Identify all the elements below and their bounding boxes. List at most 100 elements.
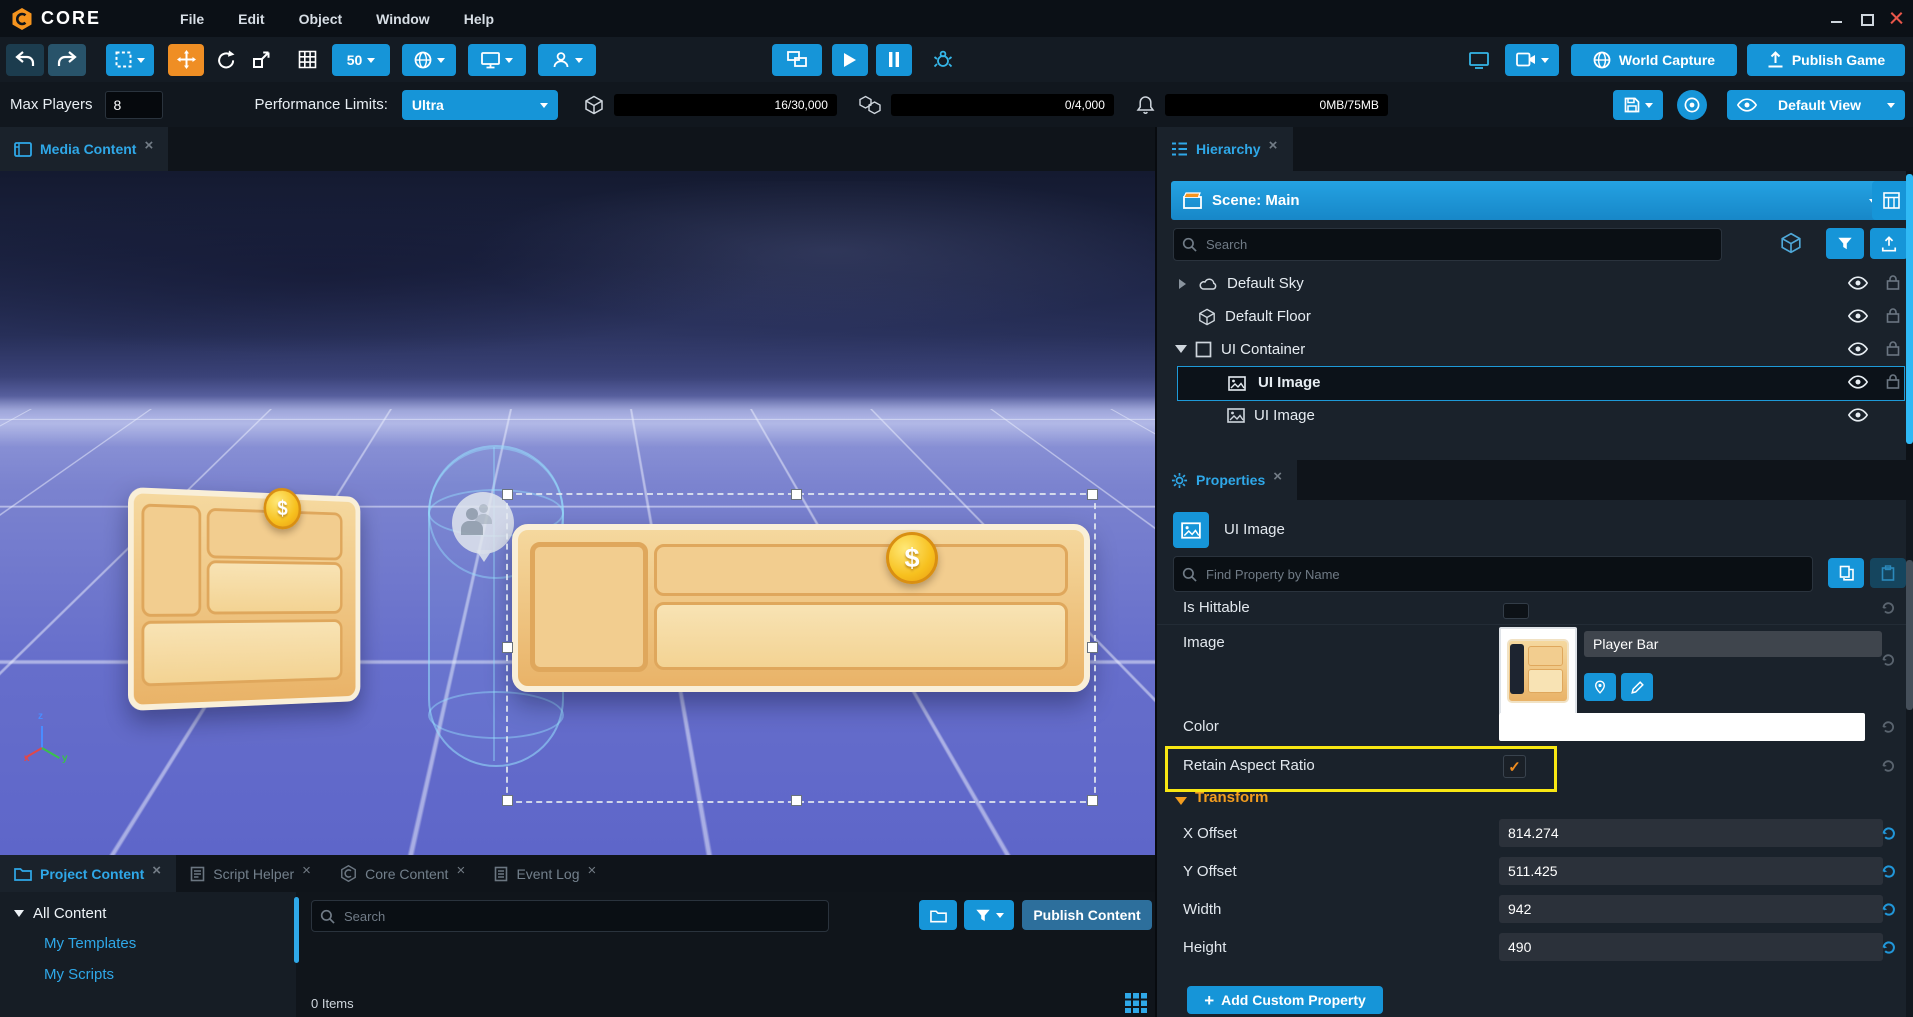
menu-object[interactable]: Object: [282, 11, 360, 27]
image-asset-field[interactable]: Player Bar: [1584, 631, 1882, 657]
lock-icon[interactable]: [1886, 340, 1900, 356]
content-filter-dropdown[interactable]: [964, 900, 1014, 930]
camera-dropdown[interactable]: [1505, 44, 1559, 76]
copy-properties-button[interactable]: [1828, 558, 1864, 588]
default-view-dropdown[interactable]: Default View: [1727, 90, 1905, 120]
max-players-input[interactable]: 8: [105, 91, 163, 119]
new-folder-button[interactable]: [919, 900, 957, 930]
publish-content-button[interactable]: Publish Content: [1022, 900, 1152, 930]
sidebar-item-my-templates[interactable]: My Templates: [44, 935, 136, 953]
selection-handle-s[interactable]: [791, 795, 802, 806]
hierarchy-search-input[interactable]: [1204, 236, 1713, 253]
tree-row-default-sky[interactable]: Default Sky: [1157, 267, 1907, 300]
menu-edit[interactable]: Edit: [221, 11, 281, 27]
property-search-input[interactable]: [1204, 566, 1804, 583]
avatar-mode-dropdown[interactable]: [538, 44, 596, 76]
image-thumbnail[interactable]: [1499, 627, 1577, 715]
selection-handle-w[interactable]: [502, 642, 513, 653]
tab-script-helper[interactable]: Script Helper ×: [176, 855, 326, 892]
tab-core-content[interactable]: Core Content ×: [326, 855, 480, 892]
find-asset-button[interactable]: [1584, 673, 1616, 701]
tab-hierarchy[interactable]: Hierarchy ×: [1157, 127, 1293, 171]
reset-color-button[interactable]: [1878, 717, 1898, 737]
add-custom-property-button[interactable]: + Add Custom Property: [1187, 986, 1383, 1014]
filter-objects-cube-icon[interactable]: [1780, 232, 1802, 254]
selection-handle-ne[interactable]: [1087, 489, 1098, 500]
performance-dropdown[interactable]: Ultra: [402, 90, 558, 120]
reset-height-button[interactable]: [1878, 937, 1898, 957]
minimize-icon[interactable]: [1830, 12, 1843, 25]
hierarchy-filter-button[interactable]: [1826, 228, 1864, 259]
menu-window[interactable]: Window: [359, 11, 447, 27]
reset-is-hittable-button[interactable]: [1878, 598, 1898, 618]
expander-collapsed-icon[interactable]: [1179, 279, 1191, 289]
x-offset-field[interactable]: 814.274: [1499, 819, 1883, 847]
sidebar-item-all-content[interactable]: All Content: [14, 905, 106, 922]
tab-close-icon[interactable]: ×: [456, 869, 466, 879]
menu-help[interactable]: Help: [447, 11, 511, 27]
world-mode-dropdown[interactable]: [402, 44, 456, 76]
tab-close-icon[interactable]: ×: [1269, 144, 1279, 154]
save-dropdown[interactable]: [1613, 90, 1663, 120]
tab-close-icon[interactable]: ×: [588, 869, 598, 879]
scale-tool-button[interactable]: [244, 44, 278, 76]
pause-button[interactable]: [876, 44, 912, 76]
visibility-eye-icon[interactable]: [1848, 408, 1868, 422]
selection-handle-e[interactable]: [1087, 642, 1098, 653]
sidebar-item-my-scripts[interactable]: My Scripts: [44, 966, 114, 984]
play-button[interactable]: [832, 44, 868, 76]
grid-size-dropdown[interactable]: 50: [332, 44, 390, 76]
tree-row-ui-image[interactable]: UI Image: [1157, 399, 1907, 432]
tab-close-icon[interactable]: ×: [1273, 475, 1283, 485]
world-capture-button[interactable]: World Capture: [1571, 44, 1737, 76]
ui-image-panel-left[interactable]: $: [128, 487, 360, 711]
reset-width-button[interactable]: [1878, 899, 1898, 919]
rotate-tool-button[interactable]: [208, 44, 242, 76]
retain-aspect-ratio-checkbox[interactable]: ✓: [1503, 755, 1526, 778]
sidebar-scrollbar-thumb[interactable]: [294, 897, 299, 963]
screen-capture-toggle[interactable]: [1463, 44, 1495, 76]
lock-icon[interactable]: [1886, 373, 1900, 389]
tree-row-ui-container[interactable]: UI Container: [1157, 333, 1907, 366]
tree-row-default-floor[interactable]: Default Floor: [1157, 300, 1907, 333]
tab-close-icon[interactable]: ×: [302, 869, 312, 879]
undo-button[interactable]: [6, 44, 44, 76]
lock-icon[interactable]: [1886, 307, 1900, 323]
tab-properties[interactable]: Properties ×: [1157, 460, 1297, 500]
multiplayer-preview-button[interactable]: [772, 44, 822, 76]
help-target-button[interactable]: [1677, 90, 1707, 120]
reset-x-offset-button[interactable]: [1878, 823, 1898, 843]
expander-expanded-icon[interactable]: [1175, 345, 1187, 359]
publish-game-button[interactable]: Publish Game: [1747, 44, 1905, 76]
visibility-eye-icon[interactable]: [1848, 276, 1868, 290]
lock-icon[interactable]: [1886, 274, 1900, 290]
reset-image-button[interactable]: [1878, 650, 1898, 670]
properties-scrollbar-thumb[interactable]: [1906, 560, 1913, 710]
is-hittable-checkbox[interactable]: [1503, 603, 1529, 619]
scene-manager-button[interactable]: [1872, 181, 1910, 220]
tab-close-icon[interactable]: ×: [152, 869, 162, 879]
move-tool-button[interactable]: [168, 44, 204, 76]
hierarchy-import-button[interactable]: [1870, 228, 1908, 259]
close-icon[interactable]: [1890, 12, 1903, 25]
tab-event-log[interactable]: Event Log ×: [480, 855, 611, 892]
color-swatch[interactable]: [1499, 713, 1865, 741]
debug-button[interactable]: [928, 44, 958, 76]
menu-file[interactable]: File: [163, 11, 221, 27]
snap-grid-button[interactable]: [290, 44, 324, 76]
selection-handle-sw[interactable]: [502, 795, 513, 806]
hierarchy-scrollbar-thumb[interactable]: [1906, 174, 1913, 444]
tree-row-ui-image-selected[interactable]: UI Image: [1177, 366, 1905, 401]
visibility-eye-icon[interactable]: [1848, 375, 1868, 389]
screen-mode-dropdown[interactable]: [468, 44, 526, 76]
edit-asset-button[interactable]: [1621, 673, 1653, 701]
width-field[interactable]: 942: [1499, 895, 1883, 923]
transform-expander-icon[interactable]: [1175, 797, 1187, 811]
reset-y-offset-button[interactable]: [1878, 861, 1898, 881]
visibility-eye-icon[interactable]: [1848, 309, 1868, 323]
paste-properties-button[interactable]: [1870, 558, 1906, 588]
select-mode-button[interactable]: [106, 44, 154, 76]
reset-retain-button[interactable]: [1878, 756, 1898, 776]
grid-view-icon[interactable]: [1124, 992, 1148, 1013]
transform-section-label[interactable]: Transform: [1195, 789, 1268, 806]
